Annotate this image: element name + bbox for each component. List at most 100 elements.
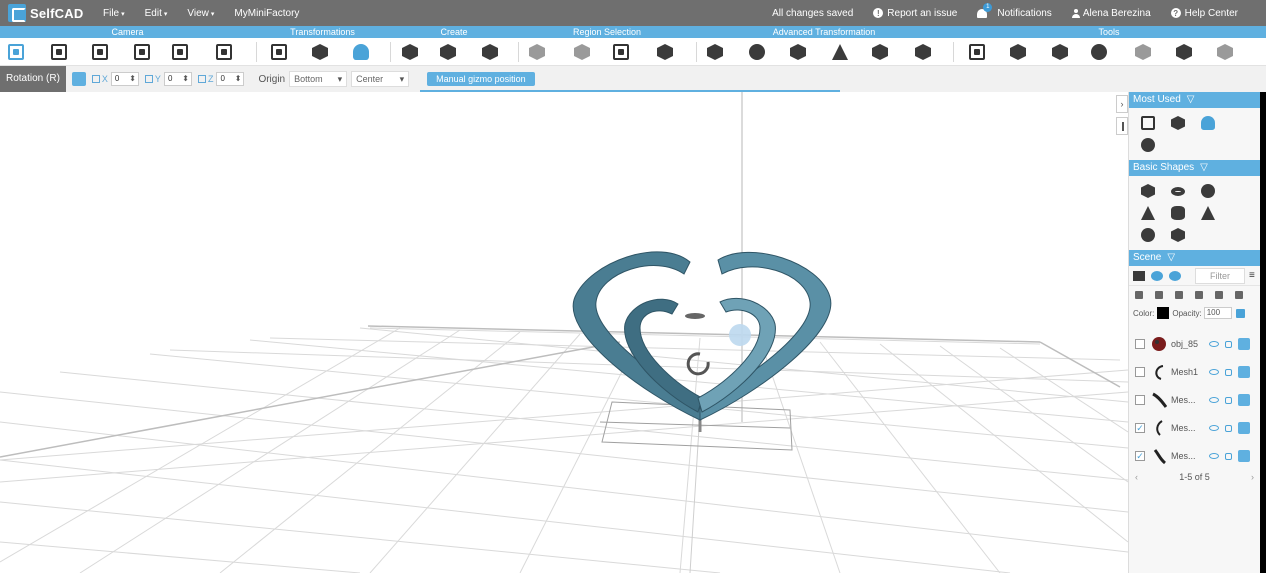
gizmo-handle[interactable] bbox=[729, 324, 751, 346]
cylinder-shape-icon[interactable] bbox=[1171, 206, 1185, 220]
sphere-shape-icon[interactable] bbox=[1201, 184, 1215, 198]
tools-fill-icon[interactable] bbox=[1091, 44, 1107, 60]
polyhedron-shape-icon[interactable] bbox=[1171, 228, 1185, 242]
list-item[interactable]: ✓ Mes... bbox=[1129, 442, 1260, 470]
list-item[interactable]: Mes... bbox=[1129, 386, 1260, 414]
adv-taper-icon[interactable] bbox=[832, 44, 848, 60]
adv-bevel-icon[interactable] bbox=[790, 44, 806, 60]
hide-all-icon[interactable] bbox=[1151, 270, 1163, 281]
select-checkbox[interactable] bbox=[1135, 339, 1145, 349]
help-center-link[interactable]: ? Help Center bbox=[1170, 8, 1238, 19]
sphere-icon[interactable] bbox=[1141, 138, 1155, 152]
material-icon[interactable] bbox=[1238, 366, 1250, 378]
cone-shape-icon[interactable] bbox=[1141, 206, 1155, 220]
axis-z-input[interactable]: 0 bbox=[216, 72, 245, 86]
scale-icon[interactable] bbox=[1171, 116, 1185, 130]
select-checkbox[interactable] bbox=[1135, 395, 1145, 405]
rotate-tool-icon[interactable] bbox=[353, 44, 369, 60]
torus-shape-icon[interactable] bbox=[1171, 187, 1185, 196]
lock-icon[interactable] bbox=[1225, 396, 1232, 404]
camera-front-icon[interactable] bbox=[92, 44, 108, 60]
filter-icon[interactable]: ≡ bbox=[1249, 270, 1255, 281]
axis-y-input[interactable]: 0 bbox=[163, 72, 192, 86]
basic-shapes-header[interactable]: Basic Shapes ▽ bbox=[1129, 160, 1260, 176]
material-icon[interactable] bbox=[1238, 422, 1250, 434]
manual-gizmo-position-button[interactable]: Manual gizmo position bbox=[427, 72, 535, 86]
pyramid-shape-icon[interactable] bbox=[1201, 206, 1215, 220]
scene-header[interactable]: Scene ▽ bbox=[1129, 250, 1260, 266]
most-used-header[interactable]: Most Used ▽ bbox=[1129, 92, 1260, 108]
material-icon[interactable] bbox=[1238, 394, 1250, 406]
adv-twist-icon[interactable] bbox=[872, 44, 888, 60]
region-box-icon[interactable] bbox=[574, 44, 590, 60]
tools-cut-icon[interactable] bbox=[1052, 44, 1068, 60]
camera-home-icon[interactable] bbox=[8, 44, 24, 60]
cube-shape-icon[interactable] bbox=[1141, 184, 1155, 198]
material-icon[interactable] bbox=[1238, 450, 1250, 462]
menu-edit[interactable]: Edit ▾ bbox=[140, 8, 173, 19]
axis-z-checkbox[interactable] bbox=[197, 75, 206, 83]
region-wire-icon[interactable] bbox=[613, 44, 629, 60]
adv-extrude-icon[interactable] bbox=[707, 44, 723, 60]
visibility-eye-icon[interactable] bbox=[1209, 341, 1219, 347]
lock-icon[interactable] bbox=[1225, 424, 1232, 432]
adv-bend-icon[interactable] bbox=[915, 44, 931, 60]
pivot-select[interactable]: Center bbox=[351, 71, 410, 87]
tools-measure-icon[interactable] bbox=[969, 44, 985, 60]
visibility-eye-icon[interactable] bbox=[1209, 369, 1219, 375]
tools-sculpt-icon[interactable] bbox=[1135, 44, 1151, 60]
axis-x-checkbox[interactable] bbox=[91, 75, 100, 83]
settings-column-icon[interactable] bbox=[1235, 291, 1243, 299]
adv-smooth-icon[interactable] bbox=[749, 44, 765, 60]
axis-x-input[interactable]: 0 bbox=[110, 72, 139, 86]
menu-view[interactable]: View ▾ bbox=[182, 8, 219, 19]
user-menu[interactable]: Alena Berezina bbox=[1071, 8, 1151, 19]
show-all-icon[interactable] bbox=[1169, 270, 1181, 281]
rotation-toggle-button[interactable] bbox=[71, 72, 86, 86]
create-shape-icon[interactable] bbox=[440, 44, 456, 60]
create-sketch-icon[interactable] bbox=[482, 44, 498, 60]
prev-page-icon[interactable]: ‹ bbox=[1135, 472, 1138, 482]
color-swatch[interactable] bbox=[1157, 307, 1170, 319]
visibility-eye-icon[interactable] bbox=[1209, 397, 1219, 403]
next-page-icon[interactable]: › bbox=[1251, 472, 1254, 482]
tools-stitch-icon[interactable] bbox=[1010, 44, 1026, 60]
visibility-eye-icon[interactable] bbox=[1209, 425, 1219, 431]
scene-filter-input[interactable]: Filter bbox=[1195, 267, 1245, 284]
menu-file[interactable]: File ▾ bbox=[98, 8, 130, 19]
list-item[interactable]: Mesh1 bbox=[1129, 358, 1260, 386]
origin-select[interactable]: Bottom bbox=[289, 71, 348, 87]
region-face-icon[interactable] bbox=[657, 44, 673, 60]
list-item[interactable]: ✓ Mes... bbox=[1129, 414, 1260, 442]
3d-viewport[interactable] bbox=[0, 92, 1128, 573]
material-column-icon[interactable] bbox=[1175, 291, 1183, 299]
scene-canvas[interactable] bbox=[0, 92, 1128, 573]
opacity-input[interactable]: 100 bbox=[1203, 307, 1232, 319]
select-checkbox[interactable] bbox=[1135, 367, 1145, 377]
camera-capture-icon[interactable] bbox=[172, 44, 188, 60]
select-checkbox[interactable]: ✓ bbox=[1135, 423, 1145, 433]
camera-screen-icon[interactable] bbox=[216, 44, 232, 60]
axis-y-checkbox[interactable] bbox=[144, 75, 153, 83]
select-checkbox[interactable]: ✓ bbox=[1135, 451, 1145, 461]
tools-boolean-icon[interactable] bbox=[1176, 44, 1192, 60]
move-tool-icon[interactable] bbox=[271, 44, 287, 60]
visibility-eye-icon[interactable] bbox=[1209, 453, 1219, 459]
visibility-column-icon[interactable] bbox=[1135, 291, 1143, 299]
apply-opacity-button[interactable] bbox=[1235, 308, 1245, 318]
scale-tool-icon[interactable] bbox=[312, 44, 328, 60]
wireframe-column-icon[interactable] bbox=[1195, 291, 1203, 299]
material-icon[interactable] bbox=[1238, 338, 1250, 350]
create-cube-icon[interactable] bbox=[402, 44, 418, 60]
collapse-panel-button[interactable]: › bbox=[1116, 95, 1128, 113]
selfcad-logo[interactable]: SelfCAD bbox=[8, 4, 88, 22]
icosphere-shape-icon[interactable] bbox=[1141, 228, 1155, 242]
lock-column-icon[interactable] bbox=[1155, 291, 1163, 299]
rotate-icon[interactable] bbox=[1201, 116, 1215, 130]
lock-icon[interactable] bbox=[1225, 452, 1232, 460]
lock-icon[interactable] bbox=[1225, 340, 1232, 348]
camera-rotate-icon[interactable] bbox=[134, 44, 150, 60]
solid-column-icon[interactable] bbox=[1215, 291, 1223, 299]
region-select-icon[interactable] bbox=[529, 44, 545, 60]
notifications-button[interactable]: 1 Notifications bbox=[977, 3, 1052, 19]
